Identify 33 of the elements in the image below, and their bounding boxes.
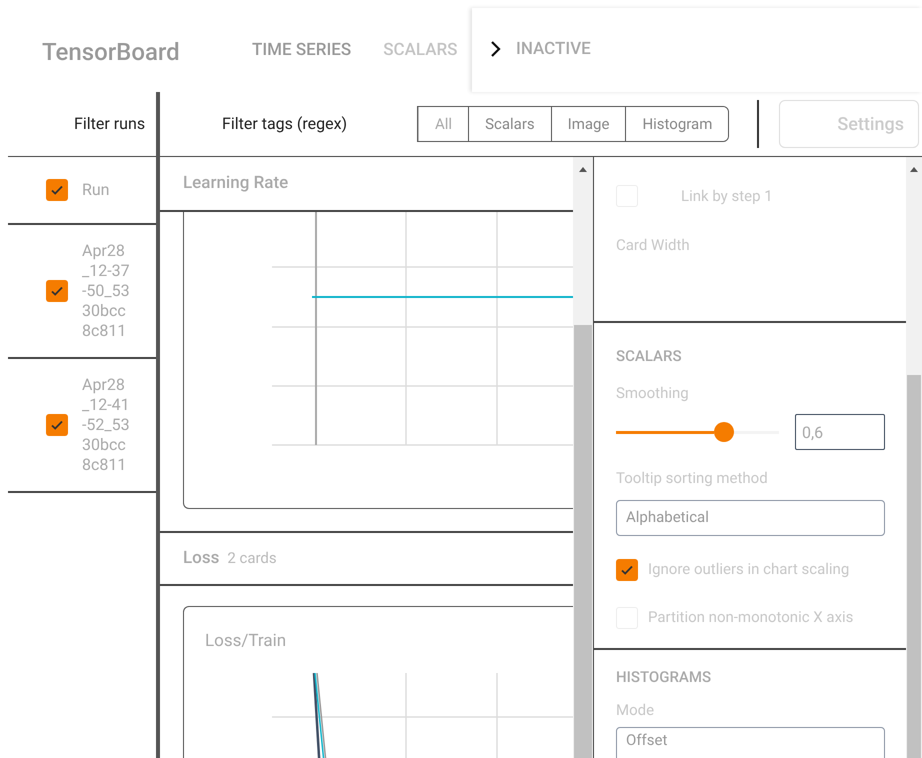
scroll-up-icon[interactable] — [910, 167, 918, 172]
smoothing-slider[interactable] — [616, 422, 779, 442]
checkbox[interactable] — [46, 280, 68, 302]
nav-tab[interactable]: TIME SERIES — [252, 38, 352, 64]
filter-tab[interactable]: Histogram — [625, 107, 728, 141]
checkbox[interactable] — [616, 558, 638, 580]
run-name: Run — [82, 180, 111, 200]
nav-tab[interactable]: SCALARS — [383, 38, 458, 64]
filter-tags-field[interactable]: Filter tags (regex) — [222, 112, 402, 136]
app-title[interactable]: TensorBoard — [42, 34, 228, 70]
overflow-menu[interactable]: INACTIVE — [472, 8, 922, 92]
card-count: 2 cards — [227, 548, 277, 570]
filter-runs-field[interactable]: Filter runs — [74, 112, 154, 136]
card-title: Loss/Train — [205, 630, 286, 653]
smoothing-input[interactable]: 0,6 — [795, 414, 885, 450]
section-heading: SCALARS — [616, 346, 682, 367]
menu-label[interactable]: INACTIVE — [516, 37, 591, 62]
scrollbar-thumb[interactable] — [574, 325, 592, 758]
scroll-up-icon[interactable] — [579, 167, 587, 172]
chevron-right-icon — [490, 40, 502, 58]
slider-thumb[interactable] — [714, 422, 734, 442]
section-heading: HISTOGRAMS — [616, 667, 712, 688]
mode-select[interactable]: Offset — [616, 727, 885, 758]
sort-select[interactable]: Alphabetical — [616, 500, 885, 536]
checkbox[interactable] — [46, 179, 68, 201]
group-title[interactable]: Learning Rate — [183, 170, 288, 196]
run-name: Apr28_12-37-50_5330bcc8c811 — [82, 241, 131, 341]
group-title[interactable]: Loss — [183, 546, 220, 572]
scrollbar[interactable] — [573, 157, 593, 758]
scrollbar-thumb[interactable] — [907, 375, 921, 758]
run-name: Apr28_12-41-52_5330bcc8c811 — [82, 375, 131, 475]
checkbox[interactable] — [46, 414, 68, 436]
scrollbar[interactable] — [906, 157, 922, 758]
